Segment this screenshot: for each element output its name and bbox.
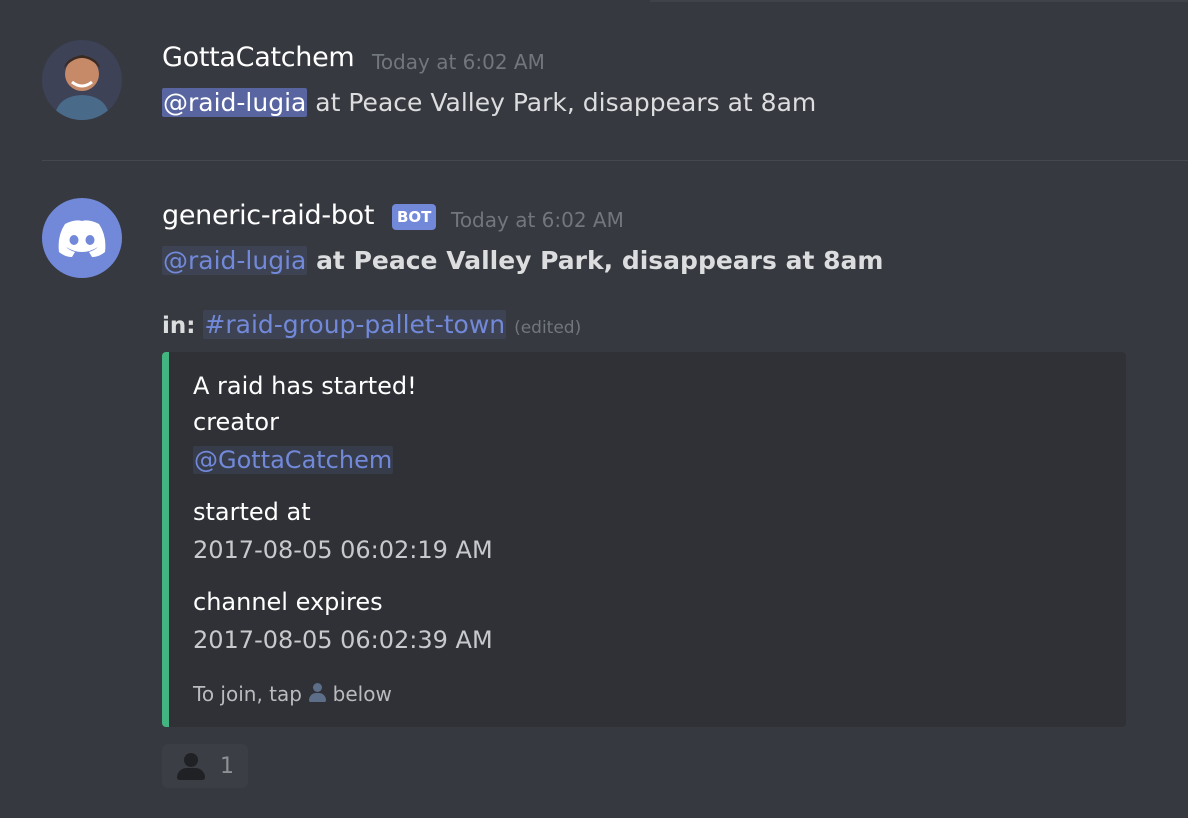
- discord-logo-icon: [58, 220, 106, 257]
- edited-label: (edited): [514, 318, 582, 338]
- footer-text-after: below: [326, 682, 392, 706]
- in-label: in:: [162, 313, 196, 339]
- channel-link[interactable]: #raid-group-pallet-town: [203, 310, 507, 339]
- bot-message-text: at Peace Valley Park, disappears at 8am: [307, 246, 884, 275]
- reaction-count: 1: [220, 753, 234, 779]
- embed-title: A raid has started!: [193, 372, 417, 400]
- field-started-name: started at: [193, 498, 311, 526]
- creator-mention[interactable]: @GottaCatchem: [193, 446, 394, 474]
- raid-embed: A raid has started! creator @GottaCatche…: [162, 352, 1126, 727]
- bot-avatar[interactable]: [42, 198, 122, 278]
- user-avatar-image: [42, 40, 122, 120]
- timestamp: Today at 6:02 AM: [372, 50, 545, 74]
- field-expires-name: channel expires: [193, 588, 383, 616]
- field-creator-value: @GottaCatchem: [193, 446, 394, 474]
- bust-in-silhouette-icon: [176, 751, 206, 781]
- top-edge-divider: [650, 0, 1188, 2]
- bot-tag-badge: BOT: [392, 204, 437, 230]
- bot-username[interactable]: generic-raid-bot: [162, 200, 374, 231]
- field-creator-name: creator: [193, 408, 279, 436]
- field-expires-value: 2017-08-05 06:02:39 AM: [193, 626, 493, 654]
- footer-text-before: To join, tap: [193, 682, 309, 706]
- message-text: at Peace Valley Park, disappears at 8am: [307, 88, 817, 117]
- embed-footer: To join, tap below: [193, 682, 392, 706]
- bot-timestamp: Today at 6:02 AM: [451, 208, 624, 232]
- bot-message-content: @raid-lugia at Peace Valley Park, disapp…: [162, 246, 883, 275]
- role-mention[interactable]: @raid-lugia: [162, 88, 308, 117]
- person-icon: [308, 683, 327, 703]
- username[interactable]: GottaCatchem: [162, 42, 355, 73]
- role-mention[interactable]: @raid-lugia: [162, 246, 308, 275]
- field-started-value: 2017-08-05 06:02:19 AM: [193, 536, 493, 564]
- reaction-button[interactable]: 1: [162, 744, 248, 788]
- user-avatar[interactable]: [42, 40, 122, 120]
- channel-line: in: #raid-group-pallet-town (edited): [162, 310, 581, 339]
- message-divider: [42, 160, 1188, 161]
- message-content: @raid-lugia at Peace Valley Park, disapp…: [162, 88, 816, 117]
